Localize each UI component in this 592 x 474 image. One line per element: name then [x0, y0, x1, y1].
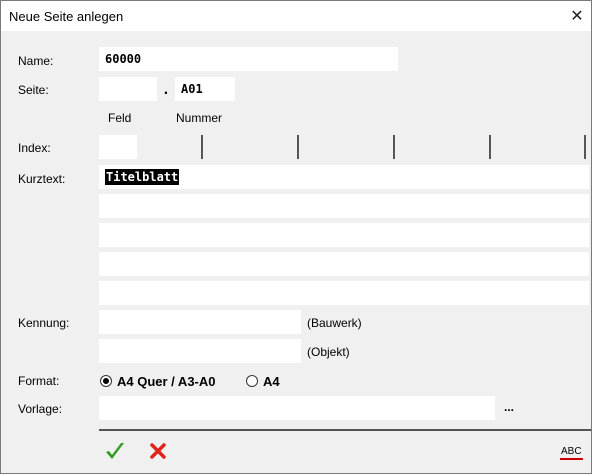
index-label: Index: [18, 141, 51, 155]
footer-divider [99, 429, 591, 431]
column-separator [393, 135, 395, 159]
vorlage-input[interactable] [99, 396, 495, 420]
title-bar: Neue Seite anlegen ✕ [1, 1, 591, 31]
radio-format-a4-label[interactable]: A4 [263, 374, 280, 389]
close-icon[interactable]: ✕ [567, 7, 587, 25]
radio-format-a4[interactable] [246, 375, 258, 387]
new-page-dialog: Neue Seite anlegen ✕ Name: 60000 Seite: … [0, 0, 592, 474]
seite-label: Seite: [18, 83, 49, 97]
cancel-x-icon[interactable] [149, 442, 167, 460]
column-separator [489, 135, 491, 159]
kennung-objekt-input[interactable] [99, 339, 301, 363]
seite-feld-input[interactable] [99, 77, 157, 101]
seite-separator: . [162, 83, 170, 98]
format-label: Format: [18, 374, 60, 388]
spellcheck-button[interactable]: ABC [561, 446, 582, 457]
bauwerk-caption: (Bauwerk) [307, 316, 362, 330]
kurztext-line-4[interactable] [99, 252, 589, 276]
seite-nummer-input[interactable]: A01 [175, 77, 235, 101]
dialog-title: Neue Seite anlegen [9, 9, 124, 24]
kurztext-line-2[interactable] [99, 194, 589, 218]
feld-caption: Feld [108, 111, 132, 125]
browse-button[interactable]: ... [504, 400, 514, 414]
kurztext-line-1[interactable]: Titelblatt [99, 165, 589, 189]
kennung-bauwerk-input[interactable] [99, 310, 301, 334]
name-input[interactable]: 60000 [99, 47, 398, 71]
ok-checkmark-icon[interactable] [104, 440, 126, 462]
spellcheck-underline-icon [560, 458, 583, 460]
kurztext-line-3[interactable] [99, 223, 589, 247]
name-label: Name: [18, 54, 54, 68]
radio-format-a4-quer[interactable] [100, 375, 112, 387]
column-separator [201, 135, 203, 159]
column-separator [297, 135, 299, 159]
vorlage-label: Vorlage: [18, 402, 63, 416]
kurztext-line-5[interactable] [99, 281, 589, 305]
nummer-caption: Nummer [176, 111, 223, 125]
kennung-label: Kennung: [18, 316, 70, 330]
radio-format-a4-quer-label[interactable]: A4 Quer / A3-A0 [117, 374, 216, 389]
index-input[interactable] [99, 135, 137, 159]
objekt-caption: (Objekt) [307, 345, 350, 359]
selected-text: Titelblatt [105, 169, 180, 185]
column-separator [584, 135, 586, 159]
kurztext-label: Kurztext: [18, 172, 66, 186]
